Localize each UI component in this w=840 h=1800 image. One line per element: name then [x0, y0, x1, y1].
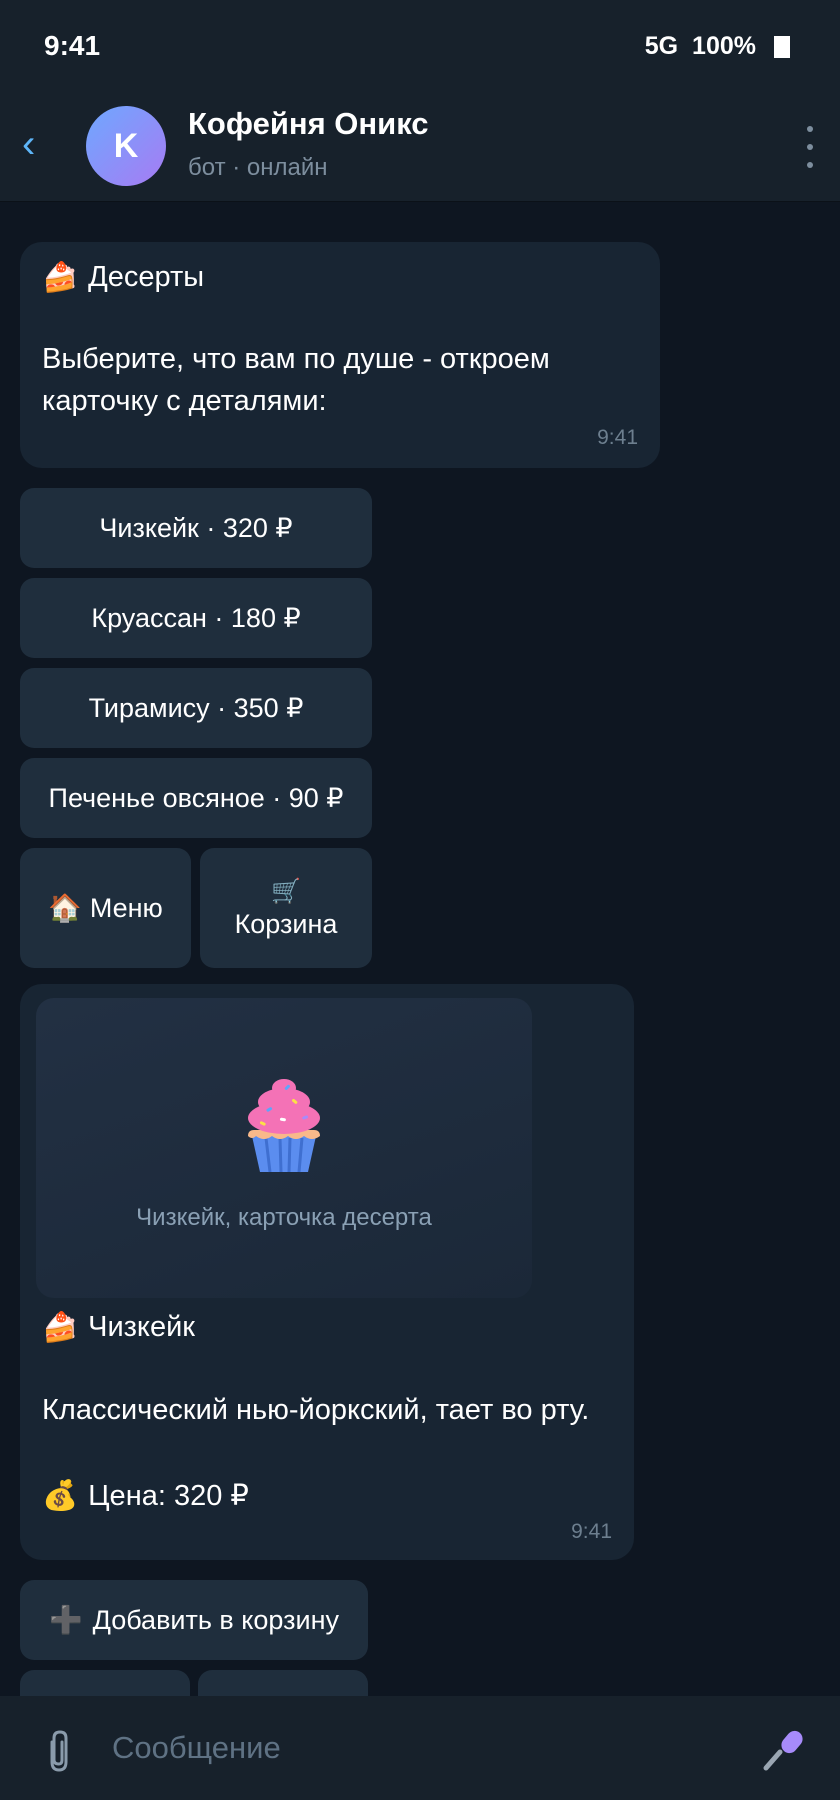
status-time: 9:41 — [44, 30, 101, 61]
dessert-button-croissant[interactable]: Круассан · 180 ₽ — [20, 578, 372, 658]
message-composer — [0, 1696, 840, 1800]
message-heading: 🍰 Десерты — [42, 260, 204, 295]
house-icon: 🏠 — [48, 893, 82, 924]
card-price-text: Цена: 320 ₽ — [88, 1480, 249, 1512]
cart-button-label: Корзина — [234, 908, 338, 939]
cart-button[interactable]: 🛒 Корзина — [200, 848, 372, 968]
dessert-button-tiramisu[interactable]: Тирамису · 350 ₽ — [20, 668, 372, 748]
battery-label: 100% — [692, 32, 756, 60]
card-title: 🍰 Чизкейк — [42, 1310, 195, 1345]
network-label: 5G — [644, 32, 679, 60]
bot-message-cheesecake-card: Чизкейк, карточка десерта 🍰 Чизкейк Клас… — [20, 984, 634, 1560]
paperclip-icon[interactable] — [40, 1728, 76, 1774]
dessert-photo[interactable]: Чизкейк, карточка десерта — [36, 998, 532, 1298]
cake-icon: 🍰 — [42, 260, 79, 294]
card-title-text: Чизкейк — [88, 1311, 195, 1343]
message-heading-text: Десерты — [88, 261, 205, 293]
inline-button-partial-right[interactable] — [198, 1670, 368, 1696]
photo-caption: Чизкейк, карточка десерта — [136, 1204, 432, 1231]
message-list[interactable]: 🍰 Десерты Выберите, что вам по душе - от… — [0, 202, 840, 1696]
cupcake-icon — [248, 1079, 320, 1173]
dessert-button-oat-cookie[interactable]: Печенье овсяное · 90 ₽ — [20, 758, 372, 838]
status-indicators: 5G 100% — [645, 32, 790, 61]
bot-message-desserts: 🍰 Десерты Выберите, что вам по душе - от… — [20, 242, 660, 468]
money-bag-icon: 💰 — [42, 1478, 79, 1512]
message-time: 9:41 — [571, 1520, 612, 1543]
chat-title[interactable]: Кофейня Оникс — [188, 106, 429, 142]
status-bar: 9:41 5G 100% — [0, 0, 840, 92]
chat-header: ‹ K Кофейня Оникс бот · онлайн — [0, 92, 840, 202]
back-chevron-icon[interactable]: ‹ — [22, 124, 52, 164]
plus-icon: ➕ — [48, 1605, 83, 1636]
cart-icon: 🛒 — [271, 876, 301, 905]
card-price: 💰 Цена: 320 ₽ — [42, 1478, 249, 1513]
message-input[interactable] — [112, 1726, 712, 1770]
more-vertical-icon[interactable] — [800, 126, 820, 168]
avatar[interactable]: K — [86, 106, 166, 186]
dessert-button-cheesecake[interactable]: Чизкейк · 320 ₽ — [20, 488, 372, 568]
cake-icon: 🍰 — [42, 1310, 79, 1344]
menu-button[interactable]: 🏠 Меню — [20, 848, 191, 968]
inline-button-partial-left[interactable] — [20, 1670, 190, 1696]
battery-icon — [774, 35, 790, 58]
card-description: Классический нью-йоркский, тает во рту. — [42, 1394, 590, 1426]
add-to-cart-button[interactable]: ➕ Добавить в корзину — [20, 1580, 368, 1660]
message-time: 9:41 — [597, 426, 638, 449]
add-to-cart-label: Добавить в корзину — [92, 1604, 339, 1635]
message-text: Выберите, что вам по душе - откроем карт… — [42, 343, 550, 417]
menu-button-label: Меню — [89, 892, 163, 923]
microphone-icon[interactable] — [758, 1726, 806, 1774]
chat-status: бот · онлайн — [188, 154, 328, 181]
